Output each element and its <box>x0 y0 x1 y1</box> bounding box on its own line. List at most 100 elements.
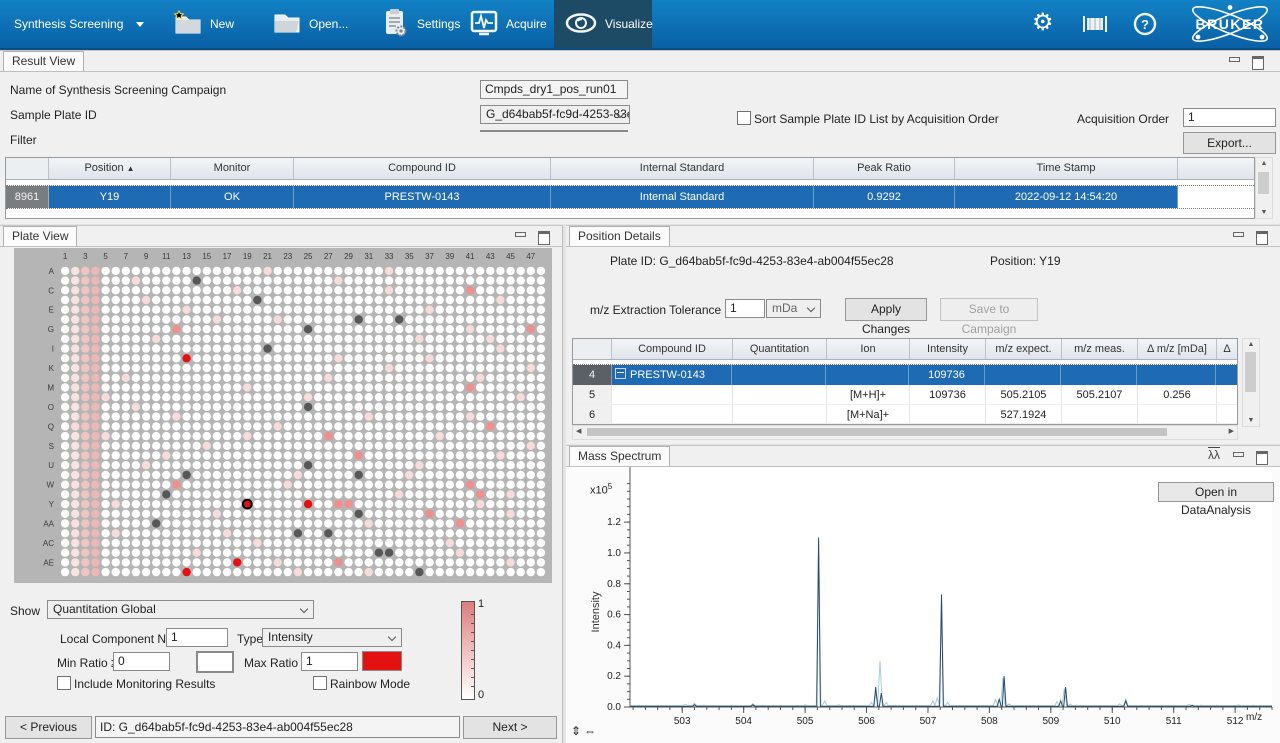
plate-well[interactable] <box>61 325 69 333</box>
plate-well[interactable] <box>223 432 231 440</box>
app-menu[interactable]: Synthesis Screening <box>4 0 154 48</box>
plate-well[interactable] <box>193 442 201 450</box>
plate-well[interactable] <box>425 393 433 401</box>
plate-well[interactable] <box>81 412 89 420</box>
col-header-time-stamp[interactable]: Time Stamp <box>955 158 1178 179</box>
plate-well[interactable] <box>344 519 352 527</box>
plate-well[interactable] <box>537 325 545 333</box>
plate-well[interactable] <box>112 490 120 498</box>
plate-well[interactable] <box>304 335 312 343</box>
plate-well[interactable] <box>395 510 403 518</box>
include-monitoring-checkbox[interactable] <box>57 676 71 690</box>
plate-well[interactable] <box>213 471 221 479</box>
plate-well[interactable] <box>203 451 211 459</box>
plate-well[interactable] <box>385 383 393 391</box>
plate-well[interactable] <box>172 451 180 459</box>
plate-well[interactable] <box>162 481 170 489</box>
plate-well[interactable] <box>344 568 352 576</box>
plate-well[interactable] <box>436 267 444 275</box>
plate-well[interactable] <box>61 306 69 314</box>
plate-well[interactable] <box>152 549 160 557</box>
plate-well[interactable] <box>243 344 251 352</box>
plate-well[interactable] <box>314 267 322 275</box>
plate-well[interactable] <box>375 500 383 508</box>
plate-well[interactable] <box>284 412 292 420</box>
plate-well[interactable] <box>375 461 383 469</box>
plate-well[interactable] <box>71 432 79 440</box>
plate-well[interactable] <box>324 286 332 294</box>
plate-well[interactable] <box>213 306 221 314</box>
plate-well[interactable] <box>61 412 69 420</box>
plate-well[interactable] <box>294 549 302 557</box>
plate-well[interactable] <box>415 451 423 459</box>
plate-well[interactable] <box>233 286 241 294</box>
plate-well[interactable] <box>375 286 383 294</box>
plate-well[interactable] <box>517 344 525 352</box>
plate-well[interactable] <box>405 412 413 420</box>
plate-well[interactable] <box>263 276 271 284</box>
plate-well[interactable] <box>344 481 352 489</box>
plate-well[interactable] <box>527 471 535 479</box>
plate-well[interactable] <box>274 539 282 547</box>
plate-well[interactable] <box>71 325 79 333</box>
plate-well[interactable] <box>334 481 342 489</box>
plate-well[interactable] <box>203 344 211 352</box>
plate-well[interactable] <box>263 325 271 333</box>
plate-well[interactable] <box>304 364 312 372</box>
plate-well[interactable] <box>284 267 292 275</box>
plate-well[interactable] <box>355 481 363 489</box>
plate-well[interactable] <box>324 510 332 518</box>
plate-well[interactable] <box>466 383 474 391</box>
plate-well[interactable] <box>132 442 140 450</box>
plate-well[interactable] <box>203 276 211 284</box>
plate-well[interactable] <box>61 461 69 469</box>
col-header-internal-standard[interactable]: Internal Standard <box>551 158 814 179</box>
plate-well[interactable] <box>436 481 444 489</box>
plate-well[interactable] <box>486 306 494 314</box>
plate-well[interactable] <box>425 403 433 411</box>
plate-well[interactable] <box>213 558 221 566</box>
plate-well[interactable] <box>375 451 383 459</box>
plate-well[interactable] <box>61 364 69 372</box>
plate-well[interactable] <box>253 354 261 362</box>
plate-well[interactable] <box>193 393 201 401</box>
plate-well[interactable] <box>375 325 383 333</box>
plate-well[interactable] <box>375 549 383 557</box>
plate-well[interactable] <box>415 471 423 479</box>
plate-well[interactable] <box>456 296 464 304</box>
plate-well[interactable] <box>355 500 363 508</box>
plate-well[interactable] <box>193 383 201 391</box>
plate-well[interactable] <box>405 296 413 304</box>
plate-well[interactable] <box>294 403 302 411</box>
plate-well[interactable] <box>436 519 444 527</box>
plate-well[interactable] <box>152 315 160 323</box>
plate-well[interactable] <box>294 510 302 518</box>
plate-well[interactable] <box>122 568 130 576</box>
plate-well[interactable] <box>223 276 231 284</box>
plate-well[interactable] <box>162 442 170 450</box>
plate-well[interactable] <box>233 315 241 323</box>
plate-well[interactable] <box>294 354 302 362</box>
plate-well[interactable] <box>415 432 423 440</box>
plate-well[interactable] <box>152 276 160 284</box>
plate-well[interactable] <box>193 539 201 547</box>
plate-well[interactable] <box>223 383 231 391</box>
plate-well[interactable] <box>304 374 312 382</box>
col-header-peak-ratio[interactable]: Peak Ratio <box>814 158 955 179</box>
col-header-compound[interactable]: Compound ID <box>294 158 551 179</box>
plate-well[interactable] <box>294 393 302 401</box>
plate-well[interactable] <box>284 471 292 479</box>
plate-well[interactable] <box>274 471 282 479</box>
plate-well[interactable] <box>223 510 231 518</box>
plate-well[interactable] <box>182 325 190 333</box>
plate-well[interactable] <box>415 558 423 566</box>
plate-well[interactable] <box>304 568 312 576</box>
plate-well[interactable] <box>152 364 160 372</box>
plate-well[interactable] <box>112 529 120 537</box>
plate-well[interactable] <box>193 374 201 382</box>
plate-well[interactable] <box>253 451 261 459</box>
plate-well[interactable] <box>517 461 525 469</box>
plate-well[interactable] <box>233 471 241 479</box>
plate-well[interactable] <box>314 510 322 518</box>
plate-well[interactable] <box>81 539 89 547</box>
